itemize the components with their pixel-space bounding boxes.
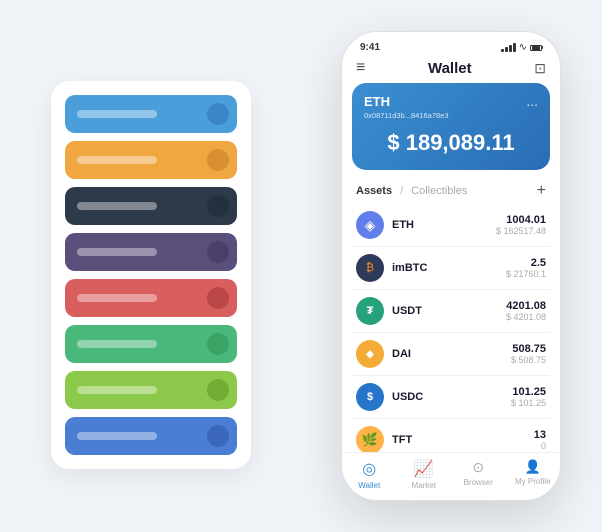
tft-amount: 13 <box>534 429 546 441</box>
dai-amount: 508.75 <box>511 343 546 355</box>
nav-browser[interactable]: ⊙ Browser <box>451 459 506 490</box>
usdt-amount: 4201.08 <box>506 300 546 312</box>
phone: 9:41 ∿ ≡ Wallet ⊡ ETH <box>341 31 561 501</box>
page-title: Wallet <box>428 60 472 77</box>
wallet-nav-icon: ◎ <box>362 459 376 479</box>
asset-values-imbtc: 2.5 $ 21760.1 <box>506 257 546 279</box>
usdt-icon: ₮ <box>356 297 384 325</box>
asset-item-eth[interactable]: ◈ ETH 1004.01 $ 162517.48 <box>352 204 550 247</box>
scene: 9:41 ∿ ≡ Wallet ⊡ ETH <box>21 21 581 511</box>
signal-icon <box>501 43 516 52</box>
asset-item-imbtc[interactable]: ₿ imBTC 2.5 $ 21760.1 <box>352 247 550 290</box>
imbtc-amount: 2.5 <box>506 257 546 269</box>
browser-nav-icon: ⊙ <box>472 459 484 476</box>
asset-item-tft[interactable]: 🌿 TFT 13 0 <box>352 419 550 452</box>
asset-name-dai: DAI <box>392 348 511 360</box>
dai-usd: $ 508.75 <box>511 355 546 365</box>
add-asset-button[interactable]: + <box>537 182 546 200</box>
assets-header: Assets / Collectibles + <box>342 178 560 204</box>
wallet-card-6[interactable] <box>65 325 237 363</box>
eth-card[interactable]: ETH ... 0x08711d3b...8416a78e3 $ 189,089… <box>352 83 550 170</box>
tab-assets[interactable]: Assets <box>356 185 392 197</box>
wallet-card-4[interactable] <box>65 233 237 271</box>
tft-usd: 0 <box>534 441 546 451</box>
usdc-usd: $ 101.25 <box>511 398 546 408</box>
wallet-card-1[interactable] <box>65 95 237 133</box>
eth-card-more[interactable]: ... <box>526 93 538 109</box>
status-bar: 9:41 ∿ <box>342 32 560 57</box>
asset-values-usdc: 101.25 $ 101.25 <box>511 386 546 408</box>
asset-item-usdt[interactable]: ₮ USDT 4201.08 $ 4201.08 <box>352 290 550 333</box>
tab-collectibles[interactable]: Collectibles <box>411 185 467 197</box>
assets-tabs: Assets / Collectibles <box>356 185 467 197</box>
asset-values-eth: 1004.01 $ 162517.48 <box>496 214 546 236</box>
usdc-icon: $ <box>356 383 384 411</box>
card-stack <box>51 81 251 469</box>
eth-amount: 1004.01 <box>496 214 546 226</box>
asset-list: ◈ ETH 1004.01 $ 162517.48 ₿ imBTC 2.5 $ … <box>342 204 560 452</box>
usdc-amount: 101.25 <box>511 386 546 398</box>
nav-market-label: Market <box>412 481 436 490</box>
nav-profile[interactable]: 👤 My Profile <box>506 459 561 490</box>
nav-wallet[interactable]: ◎ Wallet <box>342 459 397 490</box>
nav-market[interactable]: 📈 Market <box>397 459 452 490</box>
wallet-card-5[interactable] <box>65 279 237 317</box>
status-time: 9:41 <box>360 42 380 53</box>
nav-profile-label: My Profile <box>515 477 551 486</box>
eth-usd: $ 162517.48 <box>496 226 546 236</box>
wallet-card-8[interactable] <box>65 417 237 455</box>
usdt-usd: $ 4201.08 <box>506 312 546 322</box>
battery-icon <box>530 45 542 51</box>
bottom-nav: ◎ Wallet 📈 Market ⊙ Browser 👤 My Profile <box>342 452 560 500</box>
eth-card-address: 0x08711d3b...8416a78e3 <box>364 111 538 120</box>
profile-nav-icon: 👤 <box>525 459 541 475</box>
asset-name-eth: ETH <box>392 219 496 231</box>
asset-values-tft: 13 0 <box>534 429 546 451</box>
wallet-card-3[interactable] <box>65 187 237 225</box>
eth-card-balance: $ 189,089.11 <box>364 126 538 160</box>
eth-card-header: ETH ... <box>364 93 538 109</box>
asset-values-dai: 508.75 $ 508.75 <box>511 343 546 365</box>
imbtc-icon: ₿ <box>356 254 384 282</box>
dai-icon: ◈ <box>356 340 384 368</box>
imbtc-usd: $ 21760.1 <box>506 269 546 279</box>
wallet-card-7[interactable] <box>65 371 237 409</box>
nav-browser-label: Browser <box>464 478 493 487</box>
eth-icon: ◈ <box>356 211 384 239</box>
scan-button[interactable]: ⊡ <box>534 60 546 77</box>
asset-name-tft: TFT <box>392 434 534 446</box>
nav-wallet-label: Wallet <box>358 481 380 490</box>
asset-name-usdc: USDC <box>392 391 511 403</box>
tab-divider: / <box>400 185 403 197</box>
asset-values-usdt: 4201.08 $ 4201.08 <box>506 300 546 322</box>
phone-header: ≡ Wallet ⊡ <box>342 57 560 83</box>
eth-card-name: ETH <box>364 94 390 109</box>
asset-name-usdt: USDT <box>392 305 506 317</box>
market-nav-icon: 📈 <box>414 459 434 479</box>
tft-icon: 🌿 <box>356 426 384 452</box>
asset-item-usdc[interactable]: $ USDC 101.25 $ 101.25 <box>352 376 550 419</box>
asset-name-imbtc: imBTC <box>392 262 506 274</box>
asset-item-dai[interactable]: ◈ DAI 508.75 $ 508.75 <box>352 333 550 376</box>
status-icons: ∿ <box>501 42 542 53</box>
wallet-card-2[interactable] <box>65 141 237 179</box>
wifi-icon: ∿ <box>519 42 527 53</box>
menu-button[interactable]: ≡ <box>356 59 365 77</box>
